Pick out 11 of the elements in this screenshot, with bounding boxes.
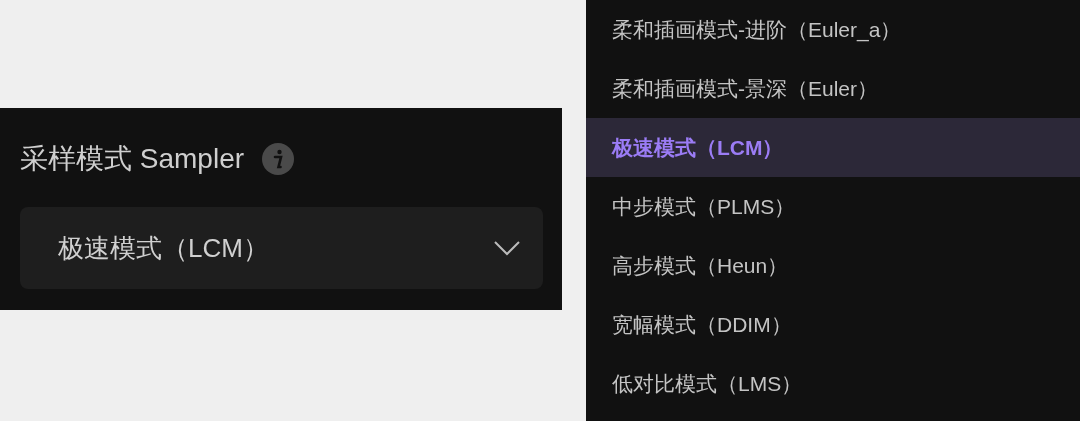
dropdown-option[interactable]: 中步模式（PLMS） xyxy=(586,177,1080,236)
info-icon xyxy=(262,143,295,175)
dropdown-option[interactable]: 柔和插画模式-景深（Euler） xyxy=(586,59,1080,118)
dropdown-option[interactable]: 高步模式（Heun） xyxy=(586,236,1080,295)
sampler-label: 采样模式 Sampler xyxy=(20,142,245,176)
dropdown-option[interactable]: 极速模式（LCM） xyxy=(586,118,1080,177)
dropdown-option[interactable]: 低对比模式（LMS） xyxy=(586,354,1080,413)
dropdown-option[interactable]: 宽幅模式（DDIM） xyxy=(586,295,1080,354)
dropdown-option[interactable]: 柔和插画模式-进阶（Euler_a） xyxy=(586,0,1080,59)
chevron-down-icon xyxy=(493,240,521,256)
sampler-select[interactable]: 极速模式（LCM） xyxy=(20,207,543,289)
